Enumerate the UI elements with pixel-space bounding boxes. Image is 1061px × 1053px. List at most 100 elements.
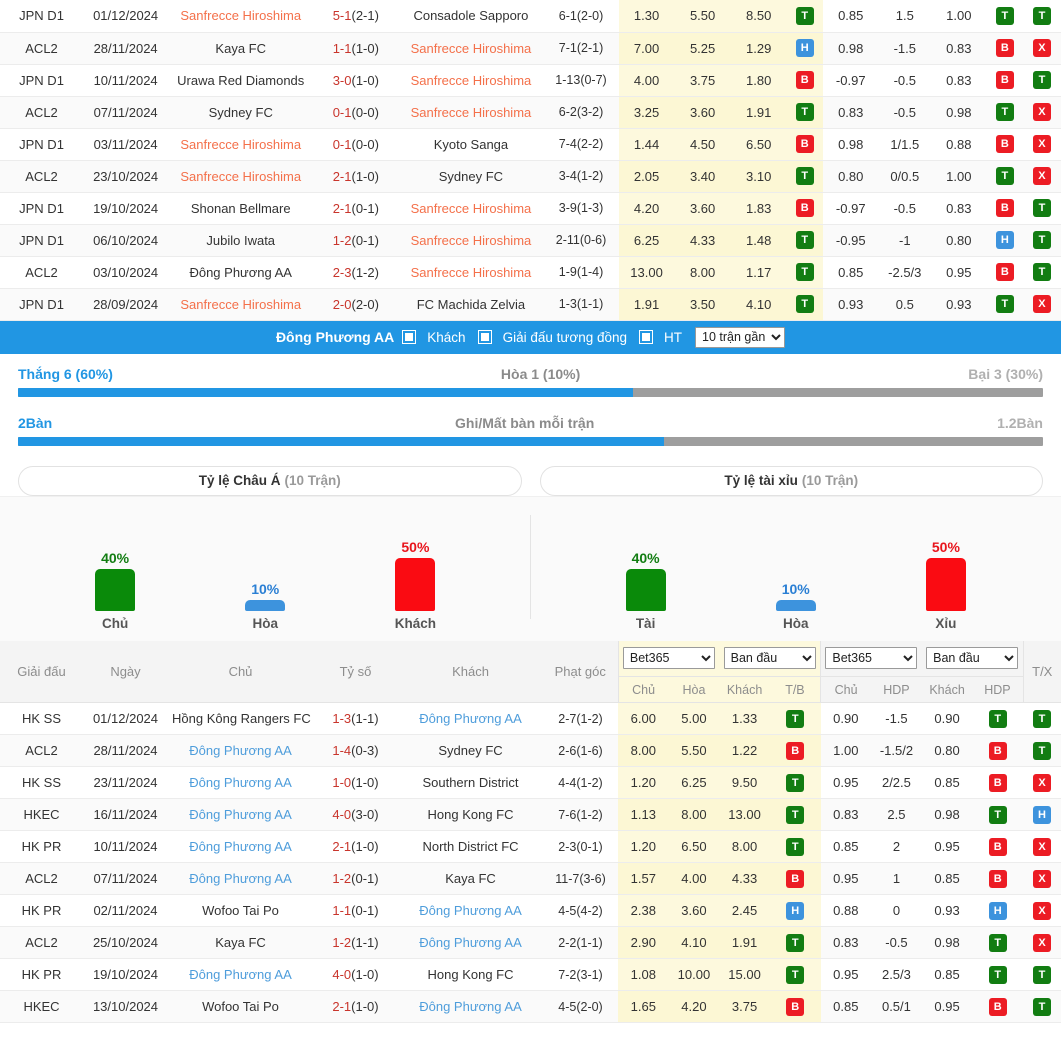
- cell-tb-result: T: [786, 160, 823, 193]
- checkbox-ht[interactable]: [639, 330, 654, 344]
- cell-home-team[interactable]: Shonan Bellmare: [168, 192, 314, 225]
- cell-away-team[interactable]: Đông Phương AA: [398, 990, 543, 1023]
- cell-hdp-result: T: [972, 702, 1023, 735]
- bar-percent-label: 10%: [251, 581, 280, 598]
- cell-away-team[interactable]: Kaya FC: [398, 862, 543, 895]
- tab-over-under-label: Tỷ lệ tài xỉu: [724, 473, 798, 488]
- cell-date: 10/11/2024: [83, 64, 169, 97]
- goals-progress: [18, 436, 1043, 446]
- cell-home-team[interactable]: Urawa Red Diamonds: [168, 64, 314, 97]
- cell-away-team[interactable]: Đông Phương AA: [398, 894, 543, 927]
- table-row[interactable]: HK PR 02/11/2024 Wofoo Tai Po 1-1(0-1) Đông …: [0, 894, 1061, 927]
- cell-home-team[interactable]: Đông Phương AA: [168, 798, 313, 831]
- cell-away-team[interactable]: Đông Phương AA: [398, 926, 543, 959]
- result-badge-t: T: [1032, 199, 1051, 217]
- table-row[interactable]: HKEC 16/11/2024 Đông Phương AA 4-0(3-0) Hong…: [0, 798, 1061, 831]
- table-row[interactable]: ACL2 28/11/2024 Kaya FC 1-1(1-0) Sanfrecce H…: [0, 32, 1061, 65]
- table-row[interactable]: HK PR 10/11/2024 Đông Phương AA 2-1(1-0) Nor…: [0, 830, 1061, 863]
- period-select-hdp[interactable]: Ban đầuTức thời: [926, 647, 1019, 670]
- bar-percent-label: 50%: [401, 539, 430, 556]
- cell-away-team[interactable]: Southern District: [398, 766, 543, 799]
- match-count-select[interactable]: 10 trận gần20 trận gần6 trận gần: [695, 326, 786, 348]
- cell-home-team[interactable]: Hồng Kông Rangers FC: [168, 702, 313, 735]
- table-row[interactable]: HK SS 23/11/2024 Đông Phương AA 1-0(1-0) Sou…: [0, 766, 1061, 799]
- bookmaker-select-hdp[interactable]: Bet365CrownMacauslot1Bet: [825, 647, 918, 670]
- cell-home-team[interactable]: Wofoo Tai Po: [168, 894, 313, 927]
- tab-over-under[interactable]: Tỷ lệ tài xỉu (10 Trận): [539, 465, 1043, 496]
- table-row[interactable]: JPN D1 19/10/2024 Shonan Bellmare 2-1(0-1) S…: [0, 192, 1061, 225]
- cell-home-team[interactable]: Sanfrecce Hiroshima: [168, 288, 314, 321]
- table-row[interactable]: ACL2 07/11/2024 Đông Phương AA 1-2(0-1) Kaya…: [0, 862, 1061, 895]
- table-row[interactable]: ACL2 23/10/2024 Sanfrecce Hiroshima 2-1(1-0…: [0, 160, 1061, 193]
- cell-tx-result: X: [1022, 160, 1061, 193]
- cell-home-team[interactable]: Đông Phương AA: [168, 256, 314, 289]
- tab-asian-handicap[interactable]: Tỷ lệ Châu Á (10 Trận): [18, 465, 522, 496]
- table-row[interactable]: JPN D1 06/10/2024 Jubilo Iwata 1-2(0-1) Sanf…: [0, 224, 1061, 257]
- cell-away-team[interactable]: Consadole Sapporo: [398, 0, 544, 33]
- cell-home-team[interactable]: Sanfrecce Hiroshima: [168, 160, 314, 193]
- cell-away-team[interactable]: Sydney FC: [398, 734, 543, 767]
- cell-away-team[interactable]: Sanfrecce Hiroshima: [398, 224, 544, 257]
- checkbox-away[interactable]: [402, 330, 417, 344]
- cell-odd-home: 1.13: [618, 798, 669, 831]
- result-badge-b: B: [795, 135, 814, 153]
- table-row[interactable]: JPN D1 10/11/2024 Urawa Red Diamonds 3-0(1-…: [0, 64, 1061, 97]
- cell-home-team[interactable]: Jubilo Iwata: [168, 224, 314, 257]
- table-row[interactable]: JPN D1 01/12/2024 Sanfrecce Hiroshima 5-1(2…: [0, 0, 1061, 33]
- cell-home-team[interactable]: Kaya FC: [168, 32, 314, 65]
- cell-home-team[interactable]: Đông Phương AA: [168, 862, 313, 895]
- cell-home-team[interactable]: Sydney FC: [168, 96, 314, 129]
- cell-league: ACL2: [0, 96, 84, 129]
- cell-away-team[interactable]: Sydney FC: [398, 160, 544, 193]
- cell-home-team[interactable]: Đông Phương AA: [168, 830, 313, 863]
- cell-odd-draw: 3.50: [674, 288, 731, 321]
- cell-home-team[interactable]: Đông Phương AA: [168, 734, 313, 767]
- cell-hdp-away: 0.98: [921, 926, 973, 959]
- result-badge-x: X: [1033, 933, 1051, 952]
- cell-corner: 7-6(1-2): [543, 798, 618, 831]
- period-select-1x2[interactable]: Ban đầuTức thời: [723, 647, 816, 670]
- cell-home-team[interactable]: Sanfrecce Hiroshima: [168, 0, 314, 33]
- table-row[interactable]: ACL2 28/11/2024 Đông Phương AA 1-4(0-3) Sydn…: [0, 734, 1061, 767]
- cell-tx-result: T: [1022, 224, 1061, 257]
- cell-home-team[interactable]: Sanfrecce Hiroshima: [168, 128, 314, 161]
- table-row[interactable]: JPN D1 03/11/2024 Sanfrecce Hiroshima 0-1(0…: [0, 128, 1061, 161]
- cell-away-team[interactable]: Sanfrecce Hiroshima: [398, 96, 544, 129]
- cell-tx-result: T: [1022, 256, 1061, 289]
- table-row[interactable]: ACL2 03/10/2024 Đông Phương AA 2-3(1-2) Sanf…: [0, 256, 1061, 289]
- cell-league: HKEC: [0, 798, 83, 831]
- cell-home-team[interactable]: Đông Phương AA: [168, 958, 313, 991]
- table-row[interactable]: HK PR 19/10/2024 Đông Phương AA 4-0(1-0) Hon…: [0, 958, 1061, 991]
- cell-hdp-away: 0.80: [930, 224, 987, 257]
- cell-away-team[interactable]: Sanfrecce Hiroshima: [398, 64, 544, 97]
- table-row[interactable]: ACL2 25/10/2024 Kaya FC 1-2(1-1) Đông Phương…: [0, 926, 1061, 959]
- cell-away-team[interactable]: North District FC: [398, 830, 543, 863]
- cell-corner: 2-6(1-6): [543, 734, 618, 767]
- table-row[interactable]: ACL2 07/11/2024 Sydney FC 0-1(0-0) Sanfrecce…: [0, 96, 1061, 129]
- cell-home-team[interactable]: Wofoo Tai Po: [168, 990, 313, 1023]
- cell-home-team[interactable]: Đông Phương AA: [168, 766, 313, 799]
- cell-odd-away: 1.33: [719, 702, 770, 735]
- cell-score: 1-2(0-1): [313, 862, 398, 895]
- bookmaker-select-1x2[interactable]: Bet365CrownMacauslot1Bet: [622, 647, 715, 670]
- cell-odd-away: 1.17: [730, 256, 787, 289]
- result-badge-t: T: [995, 295, 1014, 313]
- cell-hdp-away: 1.00: [930, 0, 987, 33]
- table-row[interactable]: JPN D1 28/09/2024 Sanfrecce Hiroshima 2-0(2…: [0, 288, 1061, 321]
- cell-hdp-away: 0.98: [921, 798, 973, 831]
- cell-away-team[interactable]: Đông Phương AA: [398, 702, 543, 735]
- table-row[interactable]: HKEC 13/10/2024 Wofoo Tai Po 2-1(1-0) Đông P…: [0, 990, 1061, 1023]
- table-row[interactable]: HK SS 01/12/2024 Hồng Kông Rangers FC 1-3(1…: [0, 702, 1061, 735]
- cell-away-team[interactable]: Sanfrecce Hiroshima: [398, 256, 544, 289]
- cell-home-team[interactable]: Kaya FC: [168, 926, 313, 959]
- cell-away-team[interactable]: Sanfrecce Hiroshima: [398, 192, 544, 225]
- cell-away-team[interactable]: Hong Kong FC: [398, 958, 543, 991]
- cell-score: 0-1(0-0): [313, 96, 399, 129]
- goals-progress-fill: [18, 436, 664, 446]
- checkbox-same-league[interactable]: [477, 330, 492, 344]
- cell-away-team[interactable]: Hong Kong FC: [398, 798, 543, 831]
- cell-away-team[interactable]: Kyoto Sanga: [398, 128, 544, 161]
- cell-tb-result: T: [786, 288, 823, 321]
- cell-away-team[interactable]: Sanfrecce Hiroshima: [398, 32, 544, 65]
- cell-away-team[interactable]: FC Machida Zelvia: [398, 288, 544, 321]
